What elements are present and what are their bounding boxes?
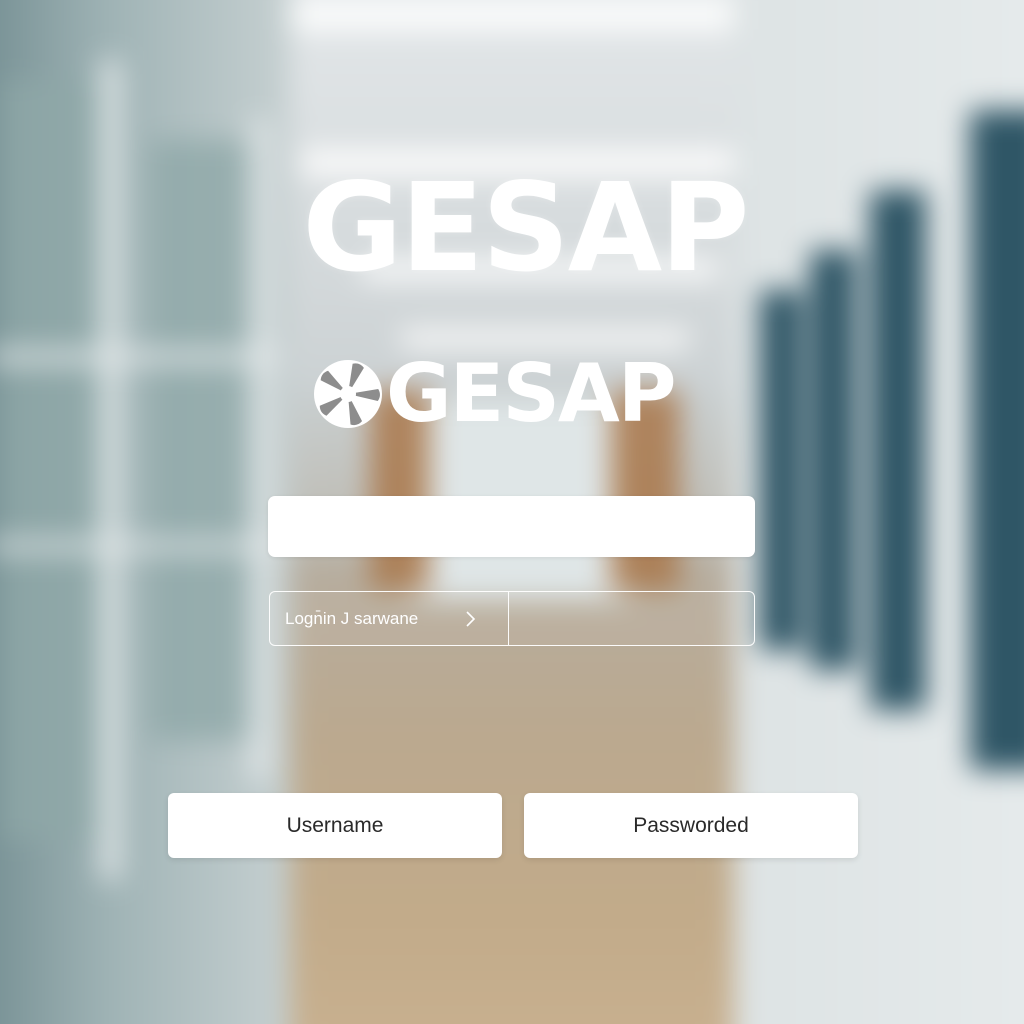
username-button[interactable]: Username — [168, 793, 502, 858]
brand-logo-row: GESAP — [312, 347, 676, 440]
flower-logo-icon — [312, 358, 384, 430]
brand-name: GESAP — [386, 347, 676, 440]
login-value-field[interactable] — [509, 592, 754, 645]
login-row: Logn̄in J sarwane — [269, 591, 755, 646]
app-title: GESAP — [302, 157, 749, 299]
login-select[interactable]: Logn̄in J sarwane — [270, 592, 509, 645]
chevron-right-icon — [466, 611, 476, 627]
top-text-field[interactable] — [268, 496, 755, 557]
login-select-label: Logn̄in J sarwane — [285, 608, 419, 628]
password-button[interactable]: Passworded — [524, 793, 858, 858]
